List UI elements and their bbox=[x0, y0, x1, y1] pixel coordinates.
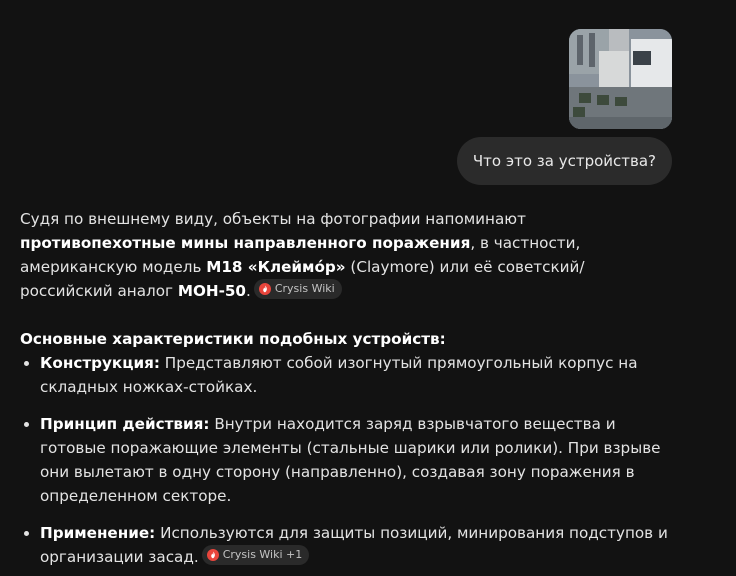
crysis-wiki-icon bbox=[206, 549, 219, 561]
feature-list: Конструкция: Представляют собой изогнуты… bbox=[20, 351, 672, 569]
intro-text-4: . bbox=[246, 282, 251, 300]
source-chip-label: Crysis Wiki bbox=[274, 282, 335, 295]
source-chip-label: Crysis Wiki +1 bbox=[222, 548, 303, 561]
source-chip[interactable]: Crysis Wiki +1 bbox=[201, 545, 310, 565]
list-item: Конструкция: Представляют собой изогнуты… bbox=[24, 351, 672, 399]
chat-page: Что это за устройства? Судя по внешнему … bbox=[0, 0, 736, 576]
source-chip[interactable]: Crysis Wiki bbox=[253, 279, 342, 299]
answer-intro: Судя по внешнему виду, объекты на фотогр… bbox=[20, 207, 672, 303]
intro-bold-1: противопехотные мины направленного пораж… bbox=[20, 234, 471, 252]
street-photo-image bbox=[569, 29, 672, 129]
assistant-response: Судя по внешнему виду, объекты на фотогр… bbox=[20, 207, 672, 576]
intro-bold-3: МОН-50 bbox=[177, 282, 247, 300]
user-message-bubble: Что это за устройства? bbox=[456, 137, 672, 185]
crysis-wiki-icon bbox=[258, 283, 271, 295]
list-item-title: Конструкция: bbox=[40, 354, 160, 372]
intro-bold-2: M18 «Клеймо́р» bbox=[206, 258, 346, 276]
list-item-title: Применение: bbox=[40, 524, 156, 542]
section-heading: Основные характеристики подобных устройс… bbox=[20, 330, 446, 348]
intro-text-1: Судя по внешнему виду, объекты на фотогр… bbox=[20, 210, 526, 228]
list-item: Принцип действия: Внутри находится заряд… bbox=[24, 412, 672, 508]
user-photo-thumbnail[interactable] bbox=[569, 29, 672, 129]
list-item-title: Принцип действия: bbox=[40, 415, 210, 433]
list-item: Применение: Используются для защиты пози… bbox=[24, 521, 672, 569]
